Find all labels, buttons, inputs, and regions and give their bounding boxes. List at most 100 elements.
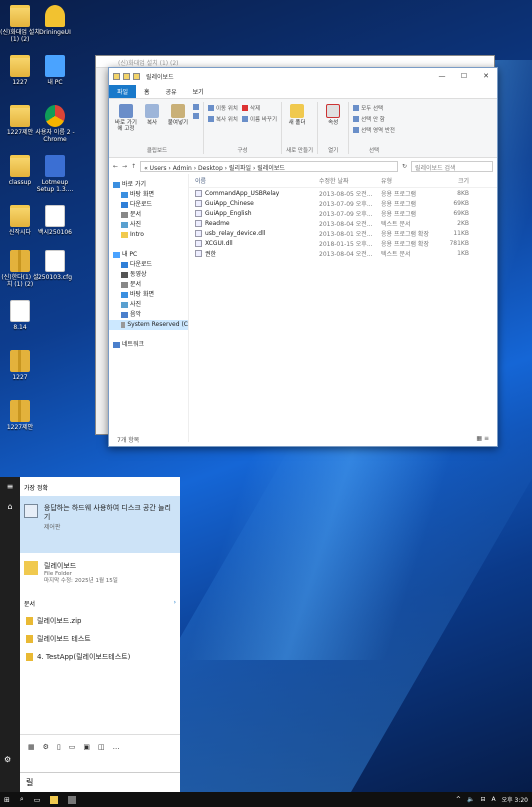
nav-item[interactable]: 바탕 화면 [109, 290, 188, 300]
start-button[interactable]: ⊞ [4, 796, 10, 804]
refresh-icon[interactable]: ↻ [402, 163, 407, 170]
file-row[interactable]: CommandApp_USBRelay 2013-08-05 오전... 응용 프로… [189, 188, 497, 198]
tab-file[interactable]: 파일 [109, 85, 137, 98]
move-to-button[interactable]: 이동 위치 [208, 104, 238, 112]
copy-path-button[interactable] [193, 113, 199, 119]
copy-button[interactable]: 복사 [141, 102, 163, 146]
nav-item[interactable]: 다운로드 [109, 260, 188, 270]
desktop-icon-folder[interactable]: classup [0, 155, 40, 186]
desktop-icon-zip[interactable]: (신)한다(1) 설치 (1) (2) [0, 250, 40, 288]
home-icon[interactable]: ⌂ [0, 497, 20, 517]
tab-home[interactable]: 홈 [136, 85, 158, 98]
desktop-icon-folder[interactable]: 신작시다 [0, 205, 40, 236]
pin-button[interactable]: 바로 가기에 고정 [115, 102, 137, 146]
properties-button[interactable]: 속성 [322, 102, 344, 146]
settings-filter-icon[interactable]: ⚙ [43, 743, 49, 751]
clock[interactable]: 오후 3:20 [502, 795, 528, 804]
file-explorer-icon[interactable] [50, 795, 59, 804]
task-view-icon[interactable]: ▭ [34, 796, 41, 804]
select-all-button[interactable]: 모두 선택 [353, 104, 395, 112]
nav-item[interactable]: System Reserved (C [109, 320, 188, 330]
nav-item[interactable]: 사진 [109, 220, 188, 230]
file-date: 2013-07-09 오후... [319, 210, 373, 218]
address-bar[interactable]: « Users › Admin › Desktop › 릴리파일 › 릴레이보드 [140, 160, 398, 172]
chevron-up-icon[interactable]: ^ [456, 796, 461, 803]
close-button[interactable]: ✕ [475, 68, 497, 84]
photos-filter-icon[interactable]: ▣ [83, 743, 90, 751]
desktop-icon-chrome[interactable]: 사용자 이름 2 - Chrome [35, 105, 75, 143]
new-folder-button[interactable]: 새 폴더 [286, 102, 308, 146]
document-item[interactable]: 4. TestApp(릴레이보드테스트) [20, 648, 180, 666]
desktop-icon-file[interactable]: 250103.cfg [35, 250, 75, 281]
nav-item[interactable]: 다운로드 [109, 200, 188, 210]
start-search-input[interactable]: 릴 [20, 772, 180, 792]
nav-item[interactable]: 음악 [109, 310, 188, 320]
desktop-icon-pc[interactable]: 내 PC [35, 55, 75, 86]
nav-item[interactable]: 바로 가기 [109, 180, 188, 190]
minimize-button[interactable]: — [431, 68, 453, 84]
file-row[interactable]: XCGUI.dll 2018-01-15 오후... 응용 프로그램 확장 781KB [189, 238, 497, 248]
folder-result-item[interactable]: 릴레이보드 File Folder 마지막 수정: 2025년 1월 15일 [20, 553, 180, 593]
nav-item[interactable]: 바탕 화면 [109, 190, 188, 200]
tab-view[interactable]: 보기 [185, 85, 212, 98]
volume-icon[interactable]: 🔈 [467, 796, 474, 803]
document-item[interactable]: 릴레이보드 테스트 [20, 630, 180, 648]
desktop-icon-folder[interactable]: 1227제안 [0, 105, 40, 136]
more-icon[interactable]: … [113, 743, 120, 751]
file-row[interactable]: 권한 2013-08-04 오전... 텍스트 문서 1KB [189, 248, 497, 258]
file-row[interactable]: GuiApp_Chinese 2013-07-09 오후... 응용 프로그램 69K… [189, 198, 497, 208]
search-input[interactable]: 릴레이보드 검색 [411, 160, 493, 172]
document-item[interactable]: 릴레이보드.zip [20, 612, 180, 630]
menu-icon[interactable]: ≡ [0, 477, 20, 497]
view-toggle-icon[interactable]: ▦ ≡ [476, 435, 489, 443]
column-date[interactable]: 수정한 날짜 [319, 176, 381, 185]
tab-share[interactable]: 공유 [158, 85, 185, 98]
delete-button[interactable]: 삭제 [242, 104, 277, 112]
file-row[interactable]: usb_relay_device.dll 2013-08-01 오전... 응용 프… [189, 228, 497, 238]
settings-icon[interactable]: ⚙ [4, 755, 11, 764]
desktop-icon-folder[interactable]: 1227 [0, 55, 40, 86]
forward-arrow-icon[interactable]: → [122, 163, 127, 170]
desktop-icon-folder[interactable]: (신)화대업 설치 (1) (2) [0, 5, 40, 43]
nav-item[interactable]: 동영상 [109, 270, 188, 280]
desktop-icon-zip[interactable]: 1227 [0, 350, 40, 381]
folders-filter-icon[interactable]: ▭ [69, 743, 76, 751]
search-icon[interactable]: ⌕ [20, 795, 24, 804]
file-row[interactable]: GuiApp_English 2013-07-09 오후... 응용 프로그램 69K… [189, 208, 497, 218]
rename-button[interactable]: 이름 바꾸기 [242, 115, 277, 123]
select-none-button[interactable]: 선택 안 함 [353, 115, 395, 123]
paste-button[interactable]: 붙여넣기 [167, 102, 189, 146]
back-arrow-icon[interactable]: ← [113, 163, 118, 170]
nav-item[interactable]: Intro [109, 230, 188, 240]
nav-item[interactable]: 내 PC [109, 250, 188, 260]
desktop-icon-app[interactable]: Lotmeup Setup 1.3.... [35, 155, 75, 193]
language-indicator[interactable]: A [491, 796, 495, 803]
network-icon[interactable]: ⊟ [480, 796, 485, 803]
web-filter-icon[interactable]: ◫ [98, 743, 105, 751]
app-icon[interactable] [68, 795, 77, 804]
invert-selection-button[interactable]: 선택 영역 반전 [353, 126, 395, 134]
desktop-icon-file[interactable]: 백시250106 [35, 205, 75, 236]
copy-to-button[interactable]: 복사 위치 [208, 115, 238, 123]
column-size[interactable]: 크기 [439, 176, 469, 185]
nav-item[interactable]: 사진 [109, 300, 188, 310]
status-bar: 7개 항목 ▦ ≡ [109, 432, 497, 446]
title-bar[interactable]: 릴레이보드 — ☐ ✕ [109, 68, 497, 84]
column-name[interactable]: 이름 [189, 176, 319, 185]
maximize-button[interactable]: ☐ [453, 68, 475, 84]
file-row[interactable]: Readme 2013-08-04 오전... 텍스트 문서 2KB [189, 218, 497, 228]
nav-item[interactable]: 문서 [109, 210, 188, 220]
desktop-icon-key[interactable]: DriningeUI [35, 5, 75, 36]
desktop-icon-file[interactable]: 8.14 [0, 300, 40, 331]
docs-filter-icon[interactable]: ▯ [57, 743, 61, 751]
apps-filter-icon[interactable]: ▦ [28, 743, 35, 751]
explorer-window[interactable]: 릴레이보드 — ☐ ✕ 파일 홈 공유 보기 바로 가기에 고정 복사 붙여넣기… [108, 67, 498, 447]
best-match-item[interactable]: 응답하는 하드웨 사용하여 디스크 공간 늘리기 제어판 [20, 496, 180, 553]
up-arrow-icon[interactable]: ↑ [131, 163, 136, 170]
nav-item[interactable]: 네트워크 [109, 340, 188, 350]
nav-item[interactable]: 문서 [109, 280, 188, 290]
chevron-right-icon[interactable]: › [174, 599, 176, 608]
column-type[interactable]: 유형 [381, 176, 439, 185]
cut-button[interactable] [193, 104, 199, 110]
desktop-icon-zip[interactable]: 1227제안 [0, 400, 40, 431]
